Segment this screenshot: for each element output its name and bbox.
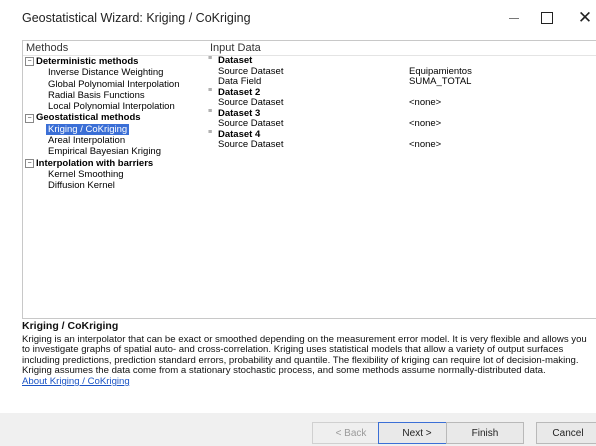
cancel-button[interactable]: Cancel bbox=[536, 422, 596, 444]
tree-item-label: Radial Basis Functions bbox=[48, 89, 145, 101]
tree-item[interactable]: Areal Interpolation bbox=[23, 135, 207, 146]
tree-item-label: Kriging / CoKriging bbox=[46, 123, 130, 135]
property-value[interactable]: <none> bbox=[409, 118, 441, 130]
tree-item[interactable]: Kriging / CoKriging bbox=[23, 123, 207, 135]
tree-item-label: Local Polynomial Interpolation bbox=[48, 101, 175, 113]
window-title: Geostatistical Wizard: Kriging / CoKrigi… bbox=[22, 11, 251, 25]
grid-row[interactable]: Source Dataset <none> bbox=[207, 118, 596, 130]
property-name: Source Dataset bbox=[218, 97, 284, 108]
grid-section-header[interactable]: ≡ Dataset bbox=[207, 54, 596, 67]
tree-group-label: Deterministic methods bbox=[36, 56, 139, 67]
grid-row[interactable]: Source Dataset <none> bbox=[207, 97, 596, 109]
grid-section-label: Dataset 3 bbox=[218, 107, 261, 119]
finish-button[interactable]: Finish bbox=[446, 422, 524, 444]
tree-item[interactable]: Kernel Smoothing bbox=[23, 169, 207, 180]
close-icon: ✕ bbox=[577, 8, 593, 27]
collapse-icon[interactable]: ≡ bbox=[208, 86, 212, 97]
property-name: Source Dataset bbox=[218, 139, 284, 150]
tree-item-label: Diffusion Kernel bbox=[48, 180, 115, 192]
tree-group[interactable]: − Geostatistical methods bbox=[23, 112, 207, 123]
tree-group-label: Geostatistical methods bbox=[36, 112, 141, 124]
collapse-icon[interactable]: ≡ bbox=[208, 107, 212, 118]
property-name: Source Dataset bbox=[218, 118, 284, 129]
methods-panel: Methods − Deterministic methods Inverse Di… bbox=[22, 40, 208, 319]
next-button[interactable]: Next > bbox=[378, 422, 456, 444]
title-bar: Geostatistical Wizard: Kriging / CoKrigi… bbox=[0, 0, 596, 38]
grid-row[interactable]: Source Dataset Equipamientos bbox=[207, 66, 596, 78]
tree-item[interactable]: Empirical Bayesian Kriging bbox=[23, 146, 207, 157]
description-text: Kriging is an interpolator that can be e… bbox=[22, 333, 587, 377]
grid-section-label: Dataset 2 bbox=[218, 86, 261, 98]
input-data-panel: Input Data ≡ Dataset Source Dataset Equipam… bbox=[207, 40, 596, 319]
tree-item-label: Kernel Smoothing bbox=[48, 168, 124, 180]
maximize-icon bbox=[541, 12, 553, 24]
button-bar: < Back Next > Finish Cancel bbox=[0, 413, 596, 446]
property-name: Data Field bbox=[218, 76, 262, 87]
collapse-icon[interactable]: ≡ bbox=[208, 54, 212, 65]
tree-group-label: Interpolation with barriers bbox=[36, 157, 154, 169]
property-value[interactable]: <none> bbox=[409, 139, 441, 151]
tree-item[interactable]: Local Polynomial Interpolation bbox=[23, 101, 207, 112]
input-data-grid: ≡ Dataset Source Dataset Equipamientos Data … bbox=[207, 54, 596, 151]
methods-header: Methods bbox=[23, 41, 207, 56]
grid-row[interactable]: Source Dataset <none> bbox=[207, 139, 596, 151]
tree-item-label: Empirical Bayesian Kriging bbox=[48, 146, 161, 158]
collapse-toggle-icon[interactable]: − bbox=[25, 57, 34, 67]
tree-item[interactable]: Diffusion Kernel bbox=[23, 180, 207, 191]
tree-group[interactable]: − Deterministic methods bbox=[23, 56, 207, 67]
description-panel: Kriging / CoKriging Kriging is an interp… bbox=[22, 321, 592, 388]
property-value[interactable]: <none> bbox=[409, 97, 441, 109]
maximize-button[interactable] bbox=[532, 6, 562, 30]
close-button[interactable]: ✕ bbox=[570, 6, 596, 30]
about-link[interactable]: About Kriging / CoKriging bbox=[22, 376, 592, 388]
grid-section-label: Dataset 4 bbox=[218, 128, 261, 140]
minimize-icon bbox=[509, 17, 519, 19]
grid-row[interactable]: Data Field SUMA_TOTAL bbox=[207, 76, 596, 88]
minimize-button[interactable] bbox=[499, 6, 529, 30]
collapse-toggle-icon[interactable]: − bbox=[25, 158, 34, 168]
collapse-icon[interactable]: ≡ bbox=[208, 128, 212, 139]
property-value[interactable]: SUMA_TOTAL bbox=[409, 76, 471, 88]
tree-item[interactable]: Radial Basis Functions bbox=[23, 90, 207, 101]
description-title: Kriging / CoKriging bbox=[22, 320, 119, 332]
methods-tree: − Deterministic methods Inverse Distance W… bbox=[23, 56, 207, 192]
tree-item-label: Global Polynomial Interpolation bbox=[48, 78, 180, 90]
collapse-toggle-icon[interactable]: − bbox=[25, 113, 34, 123]
tree-group[interactable]: − Interpolation with barriers bbox=[23, 158, 207, 169]
grid-section-label: Dataset bbox=[218, 55, 253, 66]
tree-item[interactable]: Global Polynomial Interpolation bbox=[23, 79, 207, 90]
tree-item-label: Inverse Distance Weighting bbox=[48, 67, 164, 79]
tree-item[interactable]: Inverse Distance Weighting bbox=[23, 67, 207, 78]
input-data-header: Input Data bbox=[207, 41, 596, 56]
tree-item-label: Areal Interpolation bbox=[48, 135, 126, 147]
